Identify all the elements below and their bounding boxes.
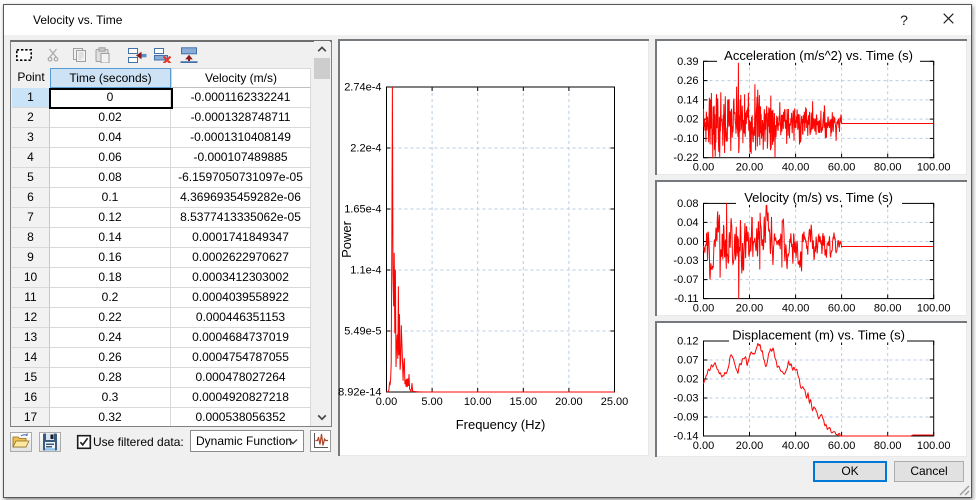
svg-text:5.00: 5.00 [421, 396, 442, 408]
svg-text:1.1e-4: 1.1e-4 [350, 265, 381, 277]
svg-text:25.00: 25.00 [601, 396, 629, 408]
svg-text:0.04: 0.04 [677, 217, 698, 229]
svg-text:60.00: 60.00 [828, 162, 856, 174]
svg-text:60.00: 60.00 [828, 303, 856, 315]
svg-text:-0.03: -0.03 [673, 393, 698, 405]
svg-text:20.00: 20.00 [736, 303, 764, 315]
svg-text:0.07: 0.07 [677, 355, 698, 367]
svg-text:100.00: 100.00 [917, 440, 951, 452]
svg-text:20.00: 20.00 [555, 396, 583, 408]
svg-text:0.08: 0.08 [677, 198, 698, 210]
svg-text:2.2e-4: 2.2e-4 [350, 143, 381, 155]
svg-text:0.39: 0.39 [677, 56, 698, 68]
svg-text:0.00: 0.00 [693, 440, 714, 452]
svg-text:80.00: 80.00 [874, 162, 902, 174]
svg-text:-0.09: -0.09 [673, 412, 698, 424]
svg-text:0.12: 0.12 [677, 336, 698, 348]
svg-text:0.00: 0.00 [677, 236, 698, 248]
svg-text:0.00: 0.00 [693, 162, 714, 174]
svg-text:Frequency (Hz): Frequency (Hz) [456, 417, 546, 432]
svg-text:40.00: 40.00 [782, 162, 810, 174]
svg-text:80.00: 80.00 [874, 440, 902, 452]
svg-text:Displacement (m) vs. Time (s): Displacement (m) vs. Time (s) [732, 328, 905, 343]
svg-text:15.00: 15.00 [510, 396, 538, 408]
svg-text:-0.03: -0.03 [673, 255, 698, 267]
svg-text:-0.07: -0.07 [673, 274, 698, 286]
svg-text:Power: Power [339, 220, 354, 258]
svg-text:0.00: 0.00 [693, 303, 714, 315]
svg-text:40.00: 40.00 [782, 303, 810, 315]
svg-text:10.00: 10.00 [464, 396, 492, 408]
svg-text:5.49e-5: 5.49e-5 [344, 326, 381, 338]
svg-text:0.02: 0.02 [677, 114, 698, 126]
svg-text:1.65e-4: 1.65e-4 [344, 204, 381, 216]
svg-text:-0.10: -0.10 [673, 133, 698, 145]
svg-text:80.00: 80.00 [874, 303, 902, 315]
svg-text:2.74e-4: 2.74e-4 [344, 82, 381, 94]
svg-text:40.00: 40.00 [782, 440, 810, 452]
svg-text:100.00: 100.00 [917, 162, 951, 174]
svg-text:0.26: 0.26 [677, 75, 698, 87]
svg-text:0.02: 0.02 [677, 374, 698, 386]
svg-text:20.00: 20.00 [736, 440, 764, 452]
svg-text:Acceleration (m/s^2) vs. Time: Acceleration (m/s^2) vs. Time (s) [724, 48, 913, 63]
svg-text:60.00: 60.00 [828, 440, 856, 452]
svg-text:8.92e-14: 8.92e-14 [338, 387, 381, 399]
svg-text:20.00: 20.00 [736, 162, 764, 174]
svg-text:0.14: 0.14 [677, 94, 698, 106]
svg-text:Velocity (m/s) vs. Time (s): Velocity (m/s) vs. Time (s) [744, 190, 893, 205]
svg-text:100.00: 100.00 [917, 303, 951, 315]
